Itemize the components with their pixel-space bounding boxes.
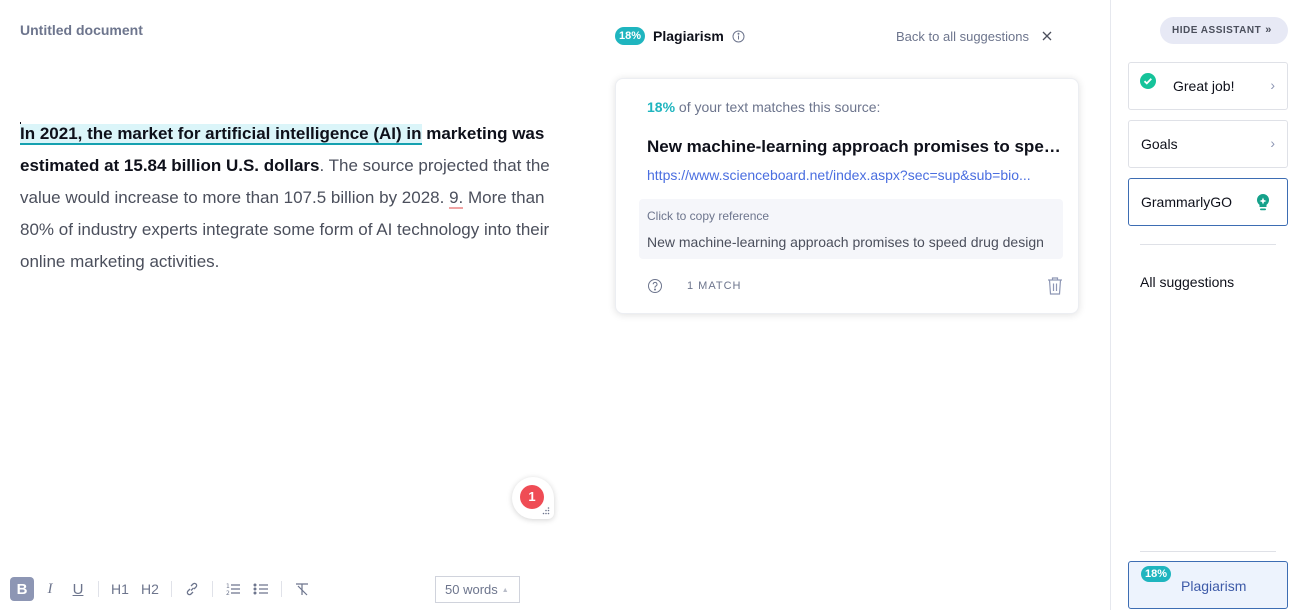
ordered-list-button[interactable]: 12 — [221, 577, 245, 601]
reference-text: New machine-learning approach promises t… — [647, 234, 1044, 250]
close-icon[interactable] — [1040, 29, 1054, 43]
source-title: New machine-learning approach promises t… — [647, 137, 1062, 156]
match-percent: 18% — [647, 99, 676, 115]
back-to-all-suggestions-link[interactable]: Back to all suggestions — [896, 29, 1029, 44]
plagiarism-tab-label: Plagiarism — [1181, 578, 1247, 594]
word-count-button[interactable]: 50 words ▲ — [435, 576, 520, 603]
chevron-right-icon: › — [1270, 135, 1275, 151]
info-icon[interactable] — [732, 30, 745, 43]
error-underline[interactable]: 9. — [449, 188, 464, 209]
source-url-link[interactable]: https://www.scienceboard.net/index.aspx?… — [647, 167, 1062, 183]
chevron-right-icon: › — [1270, 77, 1275, 93]
assistant-panel: HIDE ASSISTANT» Great job! › Goals › Gra… — [1110, 0, 1303, 610]
bold-button[interactable]: B — [10, 577, 34, 601]
match-summary: 18% of your text matches this source: — [647, 99, 880, 115]
plagiarism-highlight[interactable]: In 2021, the market for artificial intel… — [20, 124, 422, 145]
panel-divider — [1140, 244, 1276, 245]
clear-formatting-icon — [296, 583, 308, 596]
suggestion-count-badge: 1 — [520, 485, 544, 509]
trash-icon[interactable] — [1046, 276, 1064, 296]
plagiarism-percent-badge: 18% — [1141, 566, 1172, 582]
clear-formatting-button[interactable] — [290, 577, 314, 601]
great-job-label: Great job! — [1173, 78, 1235, 94]
plagiarism-percent-badge: 18% — [615, 27, 646, 45]
hide-assistant-button[interactable]: HIDE ASSISTANT» — [1160, 17, 1288, 44]
match-count: 1 MATCH — [687, 280, 742, 292]
check-circle-icon — [1140, 73, 1156, 89]
all-suggestions-link[interactable]: All suggestions — [1140, 274, 1234, 290]
drag-handle-icon[interactable] — [542, 507, 550, 515]
copy-reference-label: Click to copy reference — [647, 209, 770, 223]
italic-button[interactable]: I — [38, 577, 62, 601]
plagiarism-header: 18% Plagiarism — [615, 27, 745, 45]
plagiarism-title: Plagiarism — [653, 28, 724, 44]
app: Untitled document In 2021, the market fo… — [0, 0, 1303, 610]
grammarly-floating-button[interactable]: 1 — [512, 477, 554, 519]
editor-text[interactable]: In 2021, the market for artificial intel… — [20, 118, 580, 278]
plagiarism-source-card: 18% of your text matches this source: Ne… — [615, 78, 1079, 314]
toolbar-divider — [281, 581, 282, 597]
goals-label: Goals — [1141, 136, 1178, 152]
grammarlygo-label: GrammarlyGO — [1141, 194, 1232, 210]
lightbulb-icon — [1256, 193, 1270, 211]
great-job-card[interactable]: Great job! › — [1128, 62, 1288, 110]
double-chevron-right-icon: » — [1265, 24, 1272, 36]
bullet-list-button[interactable] — [249, 577, 273, 601]
document-title[interactable]: Untitled document — [20, 22, 143, 38]
ordered-list-icon: 12 — [226, 583, 240, 597]
svg-text:2: 2 — [226, 590, 230, 597]
heading2-button[interactable]: H2 — [137, 577, 163, 601]
goals-card[interactable]: Goals › — [1128, 120, 1288, 168]
toolbar-divider — [212, 581, 213, 597]
panel-divider — [1140, 551, 1276, 552]
match-text: of your text matches this source: — [675, 99, 881, 115]
hide-assistant-label: HIDE ASSISTANT — [1172, 25, 1262, 36]
svg-text:1: 1 — [226, 583, 230, 590]
link-button[interactable] — [180, 577, 204, 601]
word-count-label: 50 words — [445, 582, 498, 597]
bullet-list-icon — [253, 583, 268, 595]
formatting-toolbar: B I U H1 H2 12 — [10, 576, 318, 602]
toolbar-divider — [171, 581, 172, 597]
link-icon — [186, 582, 198, 596]
heading1-button[interactable]: H1 — [107, 577, 133, 601]
underline-button[interactable]: U — [66, 577, 90, 601]
caret-up-icon: ▲ — [501, 587, 509, 594]
copy-reference-box[interactable]: Click to copy reference New machine-lear… — [639, 199, 1063, 259]
help-icon[interactable] — [647, 278, 663, 294]
grammarlygo-card[interactable]: GrammarlyGO — [1128, 178, 1288, 226]
toolbar-divider — [98, 581, 99, 597]
plagiarism-tab[interactable]: 18% Plagiarism — [1128, 561, 1288, 609]
